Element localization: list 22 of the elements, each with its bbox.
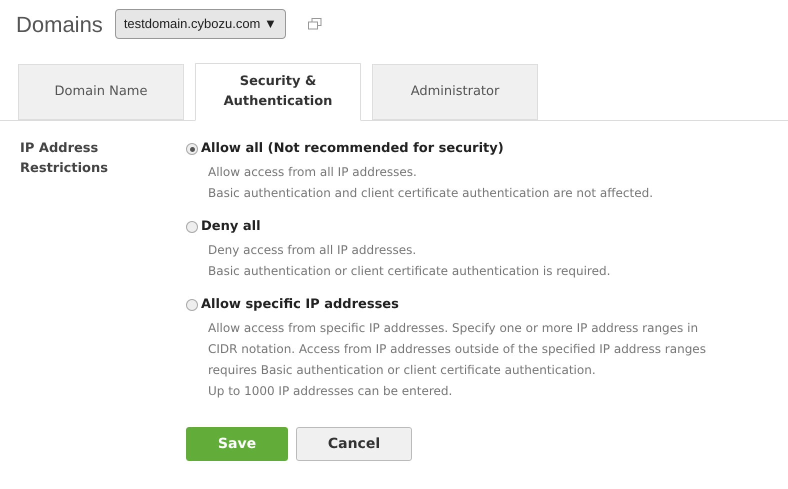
option-description: Deny access from all IP addresses. — [208, 242, 418, 259]
radio-button[interactable] — [186, 299, 198, 311]
section-label: IP Address Restrictions — [20, 140, 109, 178]
radio-button[interactable] — [186, 221, 198, 233]
option-description: CIDR notation. Access from IP addresses outside of the specified IP address ranges — [208, 341, 706, 358]
option-description: requires Basic authentication or client certificate authentication. — [208, 362, 597, 379]
option-description: Allow access from specific IP addresses. Specify one or more IP address ranges in — [208, 320, 700, 337]
domain-select[interactable]: testdomain.cybozu.com ▼ — [114, 9, 286, 39]
radio-option[interactable]: Deny all — [186, 217, 706, 237]
radio-option[interactable]: Allow specific IP addresses — [186, 295, 706, 315]
tab[interactable]: Domain Name — [18, 64, 184, 120]
option-description: Basic authentication or client certificate authentication is required. — [208, 263, 612, 280]
radio-button[interactable] — [186, 143, 198, 155]
windows-icon[interactable] — [308, 18, 322, 30]
tab[interactable]: Security & Authentication — [195, 63, 361, 121]
radio-option[interactable]: Allow all (Not recommended for security) — [186, 139, 706, 159]
page-title: Domains — [16, 10, 103, 38]
option-description: Allow access from all IP addresses. — [208, 164, 418, 181]
tab[interactable]: Administrator — [372, 64, 538, 120]
option-description: Basic authentication and client certificate authentication are not affected. — [208, 185, 654, 202]
option-description: Up to 1000 IP addresses can be entered. — [208, 383, 454, 400]
cancel-button[interactable]: Cancel — [296, 427, 412, 461]
